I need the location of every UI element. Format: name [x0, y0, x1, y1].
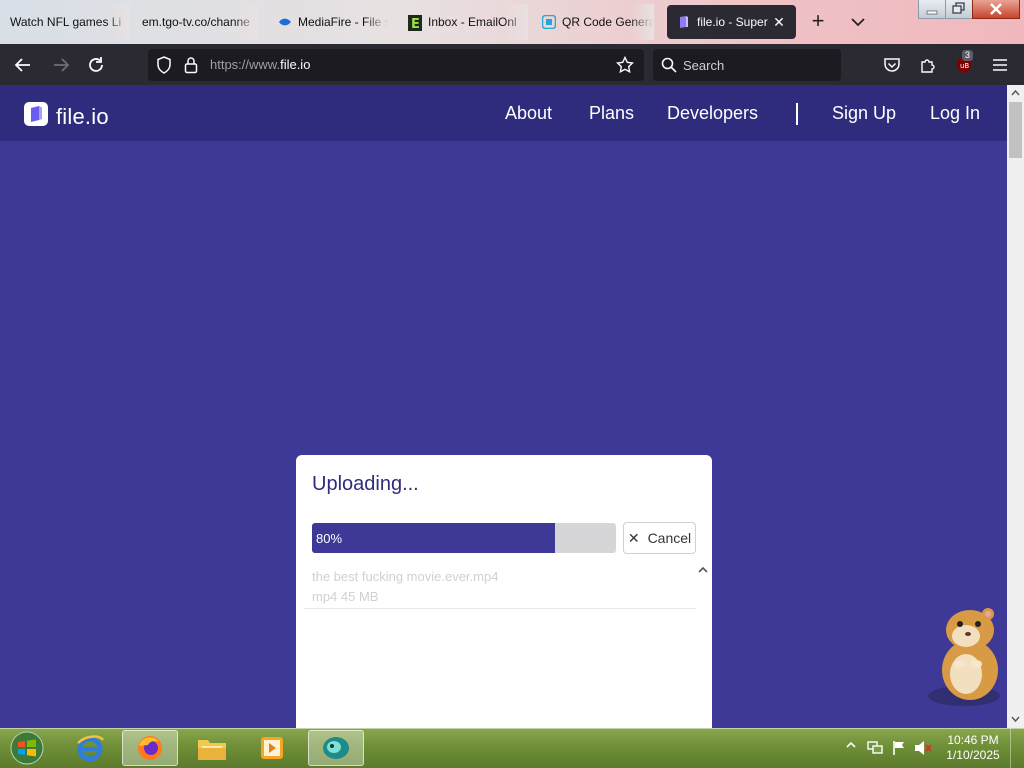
back-arrow-icon[interactable]: [10, 52, 36, 78]
tab-list-chevron-icon[interactable]: [846, 10, 870, 34]
pocket-icon[interactable]: [879, 52, 905, 78]
reload-icon[interactable]: [83, 52, 109, 78]
desktop-pet-taskbar-icon[interactable]: [308, 730, 364, 766]
system-clock[interactable]: 10:46 PM 1/10/2025: [940, 733, 1006, 763]
lock-icon[interactable]: [184, 56, 198, 79]
bookmark-star-icon[interactable]: [615, 55, 635, 79]
extensions-puzzle-icon[interactable]: [915, 52, 941, 78]
firefox-taskbar-icon[interactable]: [122, 730, 178, 766]
volume-muted-icon[interactable]: [914, 740, 932, 756]
close-icon: ✕: [627, 529, 640, 546]
scrollbar-thumb[interactable]: [1009, 102, 1022, 158]
logo-text: file.io: [56, 103, 109, 129]
nav-signup-link[interactable]: Sign Up: [832, 103, 896, 124]
svg-text:E: E: [411, 17, 420, 31]
clock-date: 1/10/2025: [946, 748, 1000, 762]
tracking-shield-icon[interactable]: [156, 56, 172, 79]
hamster-desktop-pet[interactable]: [920, 600, 1004, 710]
nav-login-link[interactable]: Log In: [930, 103, 980, 124]
qr-code-icon: [542, 14, 557, 30]
page-content: file.io About Plans Developers Sign Up L…: [0, 85, 1007, 728]
forward-arrow-icon[interactable]: [48, 52, 74, 78]
url-host: file.io: [280, 57, 311, 72]
tab-file-io[interactable]: file.io - Super ✕: [667, 5, 796, 39]
tab-emailonline[interactable]: E Inbox - EmailOnl: [408, 4, 528, 40]
file-divider: [304, 608, 696, 609]
url-prefix: https://www.: [210, 57, 281, 72]
nav-about-link[interactable]: About: [505, 103, 552, 124]
mediafire-icon: [278, 15, 292, 29]
tab-tgo-tv[interactable]: em.tgo-tv.co/channe: [122, 4, 258, 40]
clock-time: 10:46 PM: [947, 733, 999, 747]
close-window-button[interactable]: [972, 0, 1020, 19]
search-placeholder: Search: [683, 58, 725, 73]
internet-explorer-taskbar-icon[interactable]: [62, 730, 118, 766]
hamburger-menu-icon[interactable]: [987, 52, 1013, 78]
upload-dialog: Uploading... 80% ✕ Cancel the best fucki…: [296, 455, 712, 728]
restore-window-button[interactable]: [945, 0, 973, 19]
search-bar[interactable]: Search: [653, 49, 841, 81]
nav-developers-link[interactable]: Developers: [667, 103, 758, 124]
show-hidden-icons-arrow-icon[interactable]: [846, 740, 856, 750]
network-icon[interactable]: [866, 740, 884, 756]
upload-progress-label: 80%: [316, 531, 343, 546]
upload-progress-fill: [312, 523, 556, 553]
globe-icon: [122, 15, 136, 29]
minimize-window-button[interactable]: [918, 0, 946, 19]
extension-badge-count: 3: [962, 50, 974, 61]
cancel-upload-button[interactable]: ✕ Cancel: [623, 522, 696, 554]
file-io-logo[interactable]: file.io: [24, 102, 109, 131]
list-scroll-up-arrow-icon[interactable]: [697, 563, 709, 575]
nav-plans-link[interactable]: Plans: [589, 103, 634, 124]
search-icon: [661, 57, 677, 78]
cancel-label: Cancel: [647, 530, 692, 546]
file-explorer-taskbar-icon[interactable]: [184, 730, 240, 766]
scroll-down-arrow-icon[interactable]: [1011, 716, 1020, 723]
svg-text:uB: uB: [960, 62, 969, 70]
tab-watch-nfl[interactable]: Watch NFL games Li: [10, 4, 130, 40]
uploading-file-name: the best fucking movie.ever.mp4: [312, 569, 499, 584]
scroll-up-arrow-icon[interactable]: [1011, 89, 1020, 96]
start-button[interactable]: [4, 730, 50, 766]
close-tab-icon[interactable]: ✕: [770, 13, 788, 31]
media-player-taskbar-icon[interactable]: [244, 730, 300, 766]
browser-tab-bar: Watch NFL games Li em.tgo-tv.co/channe M…: [0, 0, 1024, 44]
browser-navigation-bar: https://www.file.io Search uB 3: [0, 44, 1024, 85]
tab-mediafire[interactable]: MediaFire - File s: [278, 4, 388, 40]
new-tab-plus-icon[interactable]: +: [806, 10, 830, 34]
upload-file-list: the best fucking movie.ever.mp4 mp4 45 M…: [304, 563, 704, 728]
site-header: file.io About Plans Developers Sign Up L…: [0, 85, 1007, 141]
url-text: https://www.file.io: [210, 57, 310, 72]
upload-title: Uploading...: [312, 473, 419, 495]
tab-label: Watch NFL games Li: [10, 15, 122, 29]
tab-label: file.io - Super: [697, 15, 768, 29]
upload-progress-bar: 80%: [312, 523, 616, 553]
url-bar[interactable]: https://www.file.io: [148, 49, 644, 81]
action-center-flag-icon[interactable]: [891, 740, 907, 756]
tab-qr-code[interactable]: QR Code Genera: [542, 4, 654, 40]
nav-divider: [796, 103, 798, 125]
file-io-tab-icon: [677, 15, 691, 29]
page-scrollbar[interactable]: [1007, 85, 1024, 728]
uploading-file-meta: mp4 45 MB: [312, 589, 379, 604]
show-desktop-button[interactable]: [1010, 728, 1024, 768]
emailonline-icon: E: [408, 15, 422, 32]
file-io-logo-icon: [24, 102, 48, 131]
